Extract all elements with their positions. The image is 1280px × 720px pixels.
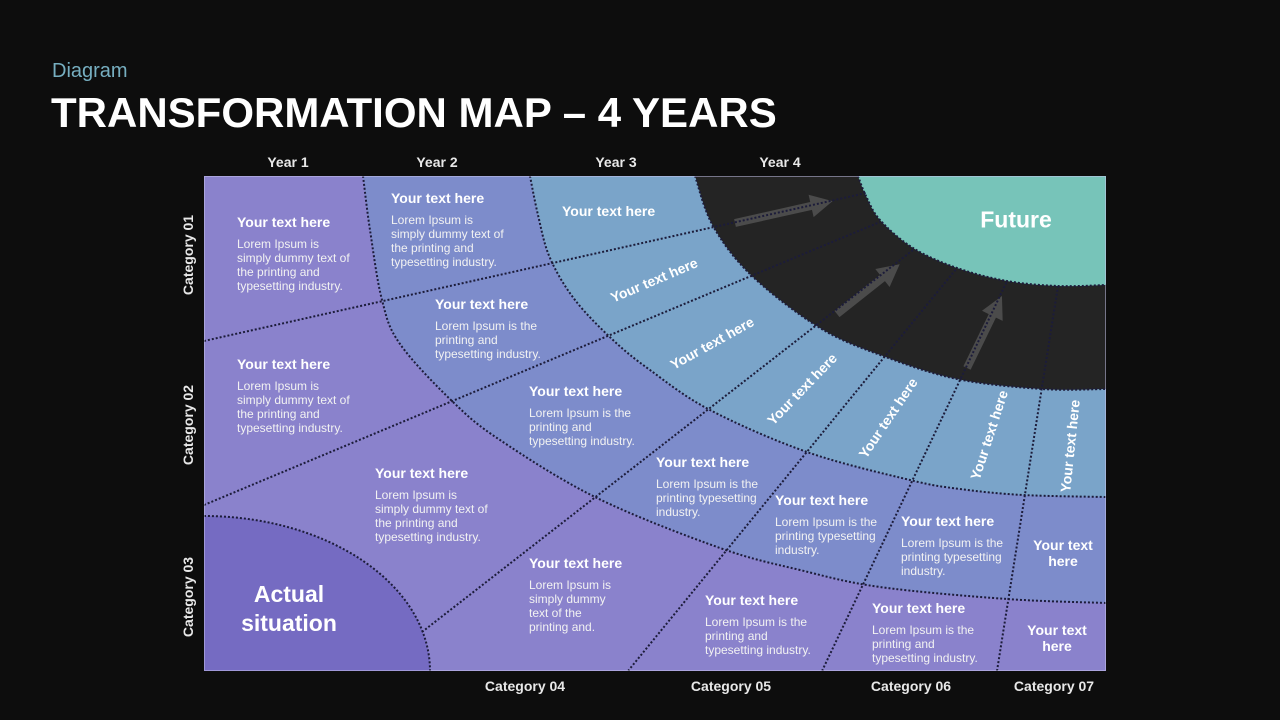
cell-heading: Your text here: [775, 492, 869, 508]
cell-body: Lorem Ipsum is the printing and typesett…: [705, 615, 811, 657]
cell-body: Lorem Ipsum is simply dummy text of the …: [529, 578, 612, 634]
column-category-7: Category 07: [1013, 678, 1095, 694]
text-cell: Your text here Lorem Ipsum is simply dum…: [375, 465, 488, 544]
row-category-1: Category 01: [180, 214, 196, 296]
future-label: Future: [980, 206, 1052, 233]
year-label-1: Year 1: [267, 154, 309, 170]
cell-body: Lorem Ipsum is the printing and typesett…: [529, 406, 635, 448]
actual-situation-label: Actual situation: [241, 581, 337, 636]
year-label-4: Year 4: [759, 154, 801, 170]
text-cell: Your text here Lorem Ipsum is the printi…: [705, 592, 811, 657]
cell-heading: Your text here: [375, 465, 469, 481]
cell-heading: Your text here: [705, 592, 799, 608]
year-label-2: Year 2: [416, 154, 458, 170]
cell-heading: Your text here: [529, 555, 623, 571]
text-cell: Your text here Lorem Ipsum is the printi…: [901, 513, 1003, 578]
text-cell: Your text here Lorem Ipsum is simply dum…: [391, 190, 504, 269]
row-category-2: Category 02: [180, 384, 196, 466]
cell-body: Lorem Ipsum is the printing and typesett…: [435, 319, 541, 361]
column-category-4: Category 04: [484, 678, 566, 694]
cell-body: Lorem Ipsum is the printing typesetting …: [775, 515, 878, 557]
text-cell: Your text here Lorem Ipsum is the printi…: [529, 383, 635, 448]
cell-heading: Your text here: [435, 296, 529, 312]
cell-heading: Your text here: [656, 454, 750, 470]
short-cell: Your text here: [1027, 622, 1087, 654]
text-cell: Your text here Lorem Ipsum is the printi…: [775, 492, 877, 557]
cell-heading: Your text here: [562, 203, 656, 219]
cell-body: Lorem Ipsum is simply dummy text of the …: [237, 237, 350, 293]
cell-body: Lorem Ipsum is the printing typesetting …: [656, 477, 759, 519]
cell-body: Lorem Ipsum is simply dummy text of the …: [237, 379, 350, 435]
column-category-5: Category 05: [690, 678, 772, 694]
cell-heading: Your text here: [391, 190, 485, 206]
cell-body: Lorem Ipsum is the printing and typesett…: [872, 623, 978, 665]
text-cell: Your text here Lorem Ipsum is simply dum…: [237, 214, 350, 293]
text-cell: Your text here Lorem Ipsum is the printi…: [872, 600, 978, 665]
cell-heading: Your text here: [237, 356, 331, 372]
cell-body: Lorem Ipsum is the printing typesetting …: [901, 536, 1004, 578]
cell-body: Lorem Ipsum is simply dummy text of the …: [375, 488, 488, 544]
row-category-3: Category 03: [180, 556, 196, 638]
text-cell: Your text here Lorem Ipsum is the printi…: [435, 296, 541, 361]
cell-heading: Your text here: [529, 383, 623, 399]
year-label-3: Year 3: [595, 154, 637, 170]
text-cell: Your text here Lorem Ipsum is simply dum…: [237, 356, 350, 435]
cell-heading: Your text here: [872, 600, 966, 616]
cell-body: Lorem Ipsum is simply dummy text of the …: [391, 213, 504, 269]
text-cell: Your text here Lorem Ipsum is simply dum…: [529, 555, 622, 634]
cell-heading: Your text here: [237, 214, 331, 230]
column-category-6: Category 06: [870, 678, 952, 694]
short-cell: Your text here: [1033, 537, 1093, 569]
cell-heading: Your text here: [901, 513, 995, 529]
text-cell: Your text here Lorem Ipsum is the printi…: [656, 454, 758, 519]
text-cell: Your text here: [562, 203, 655, 219]
